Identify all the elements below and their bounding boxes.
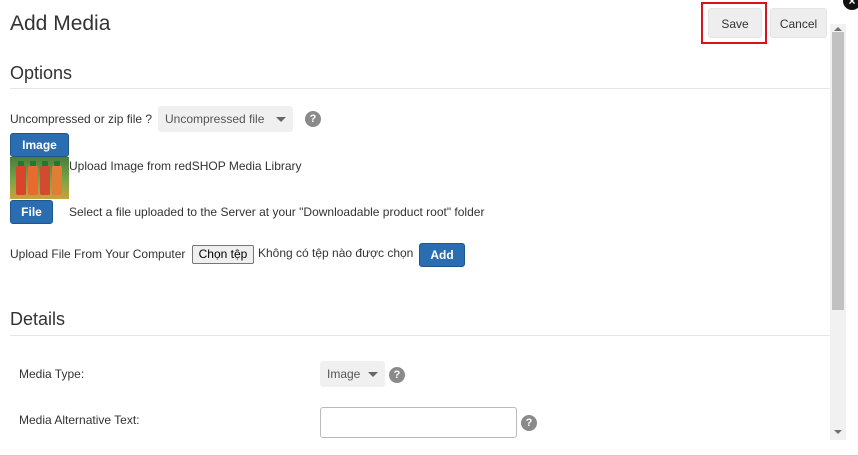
media-type-select[interactable]: Image — [320, 361, 385, 387]
media-type-select-value: Image — [327, 367, 361, 381]
help-icon[interactable]: ? — [521, 415, 537, 431]
scrollbar-thumb[interactable] — [832, 32, 844, 310]
scroll-down-arrow-icon[interactable] — [834, 430, 842, 434]
file-button[interactable]: File — [10, 200, 53, 224]
cancel-button[interactable]: Cancel — [770, 8, 827, 38]
product-image-thumbnail — [10, 157, 69, 199]
image-library-text: Upload Image from redSHOP Media Library — [69, 159, 302, 173]
add-media-modal: × Add Media Save Cancel Options Uncompre… — [0, 0, 858, 456]
details-divider — [10, 335, 830, 336]
close-icon[interactable]: × — [843, 0, 858, 10]
options-section-title: Options — [10, 63, 73, 83]
details-section-title: Details — [10, 309, 66, 329]
file-select-text: Select a file uploaded to the Server at … — [69, 205, 485, 219]
image-button[interactable]: Image — [10, 133, 69, 157]
help-icon[interactable]: ? — [389, 367, 405, 383]
zip-file-label: Uncompressed or zip file ? — [10, 112, 153, 126]
upload-file-label: Upload File From Your Computer — [10, 247, 186, 261]
chevron-down-icon — [368, 372, 378, 377]
save-highlight-box — [701, 2, 767, 44]
help-icon[interactable]: ? — [305, 111, 321, 127]
media-type-label: Media Type: — [19, 367, 85, 381]
zip-file-select-value: Uncompressed file — [165, 112, 265, 126]
add-button[interactable]: Add — [419, 243, 465, 267]
no-file-chosen-text: Không có tệp nào được chọn — [258, 246, 414, 260]
options-divider — [10, 88, 830, 89]
alt-text-label: Media Alternative Text: — [19, 413, 140, 427]
scroll-up-arrow-icon[interactable] — [834, 27, 842, 31]
choose-file-button[interactable]: Chọn tệp — [192, 245, 254, 264]
chevron-down-icon — [276, 117, 286, 122]
zip-file-select[interactable]: Uncompressed file — [158, 106, 293, 132]
modal-title: Add Media — [10, 12, 111, 35]
alt-text-input[interactable] — [320, 407, 517, 438]
